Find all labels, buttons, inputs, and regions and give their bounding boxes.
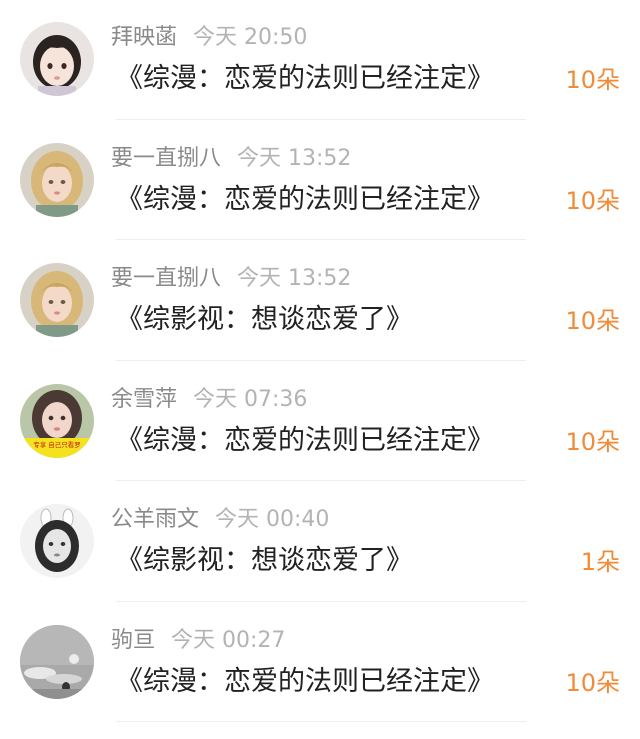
item-meta: 要一直捌八 今天 13:52 bbox=[111, 144, 351, 174]
book-title[interactable]: 《综漫：恋爱的法则已经注定》 bbox=[116, 663, 494, 701]
item-meta: 公羊雨文 今天 00:40 bbox=[111, 505, 329, 535]
avatar-gray-landscape-icon[interactable] bbox=[20, 624, 94, 699]
sender-name[interactable]: 驹亘 bbox=[111, 628, 155, 653]
timestamp: 今天 13:52 bbox=[237, 145, 352, 171]
avatar-bw-girl-icon[interactable] bbox=[20, 504, 94, 578]
flower-count: 10朵 bbox=[565, 66, 620, 94]
book-title[interactable]: 《综漫：恋爱的法则已经注定》 bbox=[116, 422, 494, 460]
avatar-blonde-girl-icon[interactable] bbox=[20, 263, 94, 337]
list-item[interactable]: 拜映菡 今天 20:50 《综漫：恋爱的法则已经注定》 10朵 bbox=[0, 0, 640, 121]
list-item[interactable]: 要一直捌八 今天 13:52 《综影视：想谈恋爱了》 10朵 bbox=[0, 241, 640, 362]
divider bbox=[116, 600, 526, 602]
avatar-caption: 专享 自己只看罗 bbox=[33, 440, 81, 449]
divider bbox=[116, 118, 526, 120]
list-item[interactable]: 要一直捌八 今天 13:52 《综漫：恋爱的法则已经注定》 10朵 bbox=[0, 121, 640, 242]
list-item[interactable]: 公羊雨文 今天 00:40 《综影视：想谈恋爱了》 1朵 bbox=[0, 482, 640, 603]
gift-list: 拜映菡 今天 20:50 《综漫：恋爱的法则已经注定》 10朵 要一直捌八 今天 1… bbox=[0, 0, 640, 723]
book-title[interactable]: 《综影视：想谈恋爱了》 bbox=[116, 542, 413, 580]
sender-name[interactable]: 公羊雨文 bbox=[111, 507, 199, 532]
item-meta: 余雪萍 今天 07:36 bbox=[111, 385, 307, 415]
timestamp: 今天 07:36 bbox=[193, 386, 308, 412]
sender-name[interactable]: 要一直捌八 bbox=[111, 146, 221, 171]
flower-count: 10朵 bbox=[565, 427, 620, 456]
timestamp: 今天 00:27 bbox=[171, 627, 286, 653]
flower-count: 1朵 bbox=[580, 548, 620, 576]
item-meta: 拜映菡 今天 20:50 bbox=[111, 23, 307, 53]
avatar-blonde-girl-icon[interactable] bbox=[20, 142, 94, 217]
flower-count: 10朵 bbox=[565, 186, 620, 215]
list-item[interactable]: 驹亘 今天 00:27 《综漫：恋爱的法则已经注定》 10朵 bbox=[0, 603, 640, 724]
divider bbox=[116, 480, 526, 481]
avatar-toddler-girl-icon[interactable] bbox=[20, 22, 94, 96]
book-title[interactable]: 《综漫：恋爱的法则已经注定》 bbox=[116, 181, 494, 219]
timestamp: 今天 00:40 bbox=[215, 507, 330, 532]
sender-name[interactable]: 拜映菡 bbox=[111, 25, 177, 50]
timestamp: 今天 20:50 bbox=[193, 25, 308, 50]
divider bbox=[116, 721, 526, 722]
item-meta: 驹亘 今天 00:27 bbox=[111, 626, 285, 656]
list-item[interactable]: 专享 自己只看罗 余雪萍 今天 07:36 《综漫：恋爱的法则已经注定》 10朵 bbox=[0, 362, 640, 483]
item-meta: 要一直捌八 今天 13:52 bbox=[111, 264, 351, 294]
divider bbox=[116, 359, 526, 361]
flower-count: 10朵 bbox=[565, 668, 620, 697]
sender-name[interactable]: 要一直捌八 bbox=[111, 266, 221, 291]
timestamp: 今天 13:52 bbox=[237, 266, 352, 291]
book-title[interactable]: 《综影视：想谈恋爱了》 bbox=[116, 301, 413, 339]
divider bbox=[116, 239, 526, 240]
sender-name[interactable]: 余雪萍 bbox=[111, 387, 177, 412]
avatar-girl-banner-icon[interactable]: 专享 自己只看罗 bbox=[20, 383, 94, 458]
flower-count: 10朵 bbox=[565, 307, 620, 335]
book-title[interactable]: 《综漫：恋爱的法则已经注定》 bbox=[116, 60, 494, 98]
